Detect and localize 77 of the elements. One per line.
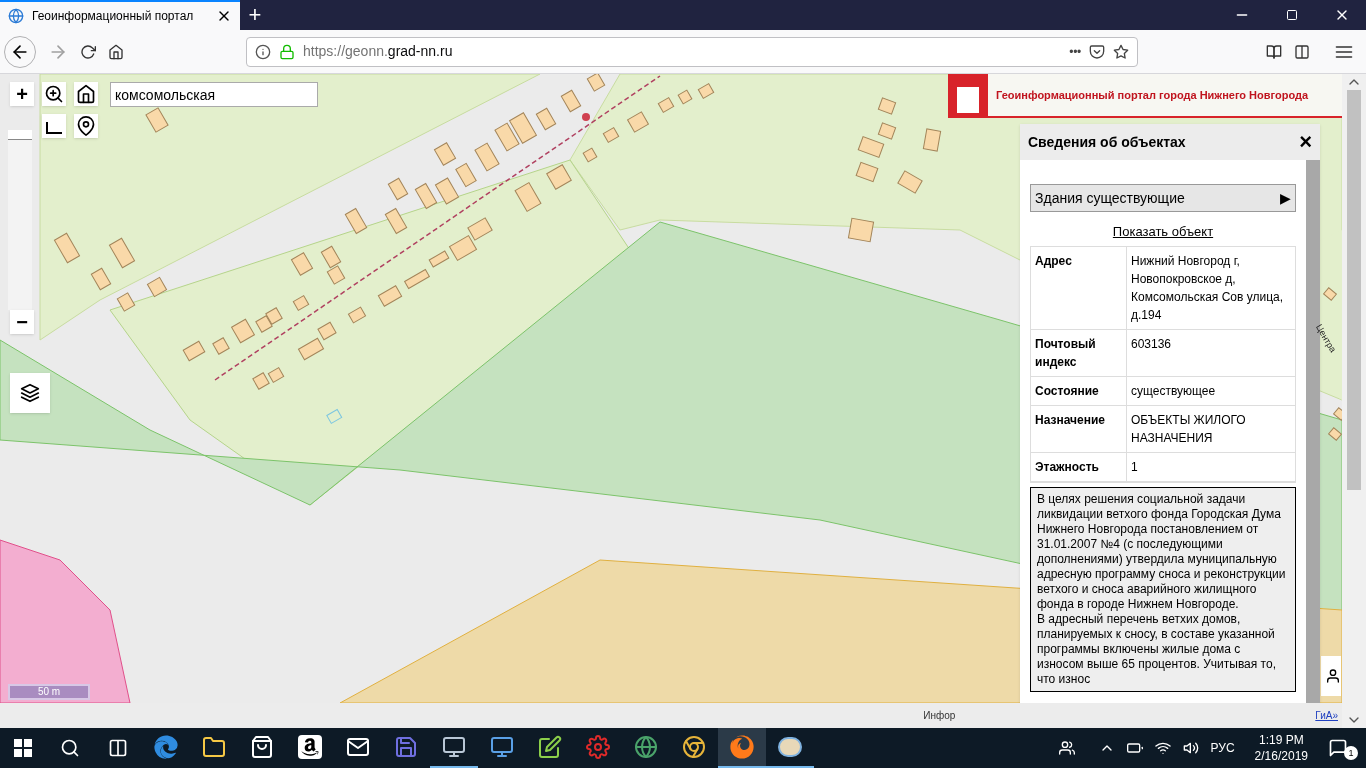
- layers-button[interactable]: [10, 373, 50, 413]
- home-icon[interactable]: [108, 43, 124, 60]
- ruler-button[interactable]: [42, 114, 66, 138]
- info-icon: [255, 43, 271, 60]
- url-text: https://geonn.grad-nn.ru: [303, 42, 453, 61]
- property-label: Почтовый индекс: [1031, 329, 1127, 376]
- home-button[interactable]: [74, 82, 98, 106]
- notepad-icon[interactable]: [538, 735, 562, 759]
- description-text: В адресный перечень ветхих домов, планируемых к сносу, в составе указанной программы включены жилые дома с износом выше 65 процентов. Учитывая то, что износ: [1037, 611, 1277, 687]
- tab-title: Геоинформационный портал: [32, 8, 194, 25]
- property-value: ОБЪЕКТЫ ЖИЛОГО НАЗНАЧЕНИЯ: [1130, 411, 1247, 447]
- property-value: существующее: [1130, 382, 1217, 400]
- close-button[interactable]: ×: [1299, 131, 1312, 153]
- battery-icon[interactable]: [1126, 740, 1143, 756]
- clock-date[interactable]: 2/16/2019: [1254, 748, 1308, 764]
- map-pin-icon: [76, 116, 96, 136]
- zoom-area-button[interactable]: [42, 82, 66, 106]
- map-tool-button[interactable]: [1321, 656, 1341, 696]
- sidebar-icon[interactable]: [1294, 43, 1310, 60]
- show-object-link[interactable]: Показать объект: [1112, 222, 1214, 242]
- attribution-link[interactable]: ГиА»: [1315, 708, 1338, 723]
- person-icon: [1325, 668, 1341, 684]
- search-field[interactable]: комсомольская: [110, 82, 318, 107]
- letter-a-icon[interactable]: [298, 735, 322, 759]
- location-button[interactable]: [74, 114, 98, 138]
- address-bar[interactable]: https://geonn.grad-nn.ru •••: [246, 36, 1138, 67]
- property-value: 603136: [1130, 335, 1173, 353]
- browser-e-icon[interactable]: [154, 735, 178, 759]
- gear-icon[interactable]: [586, 735, 610, 759]
- zoom-in-button[interactable]: +: [10, 82, 34, 106]
- reload-icon[interactable]: [80, 43, 96, 60]
- browser-tab[interactable]: Геоинформационный портал: [0, 0, 240, 30]
- page-scrollbar[interactable]: [1342, 74, 1366, 728]
- zoom-in-icon: [44, 84, 64, 104]
- pocket-icon[interactable]: [1089, 43, 1105, 60]
- attribution-text: Инфор: [923, 709, 956, 723]
- ruler-icon: [46, 122, 62, 134]
- people-icon[interactable]: [1058, 740, 1075, 756]
- task-view-icon[interactable]: [108, 738, 128, 758]
- speaker-icon[interactable]: [1182, 740, 1199, 756]
- browser-circle-icon[interactable]: [682, 735, 706, 759]
- globe-icon: [8, 8, 24, 24]
- monitor-icon[interactable]: [490, 735, 514, 759]
- description-text: В целях решения социальной задачи ликвидации ветхого фонда Городская Дума Нижнего Новгорода постановлением от 31.01.2007 №4 (с последующими дополнениями) утвердила муниципальную адресную программу сноса и реконструкции ветхого и сноса аварийного жилищного фонда в городе Нижнем Новгороде.: [1037, 491, 1287, 612]
- portal-title: Геоинформационный портал города Нижнего Новгорода: [996, 87, 1309, 103]
- library-icon[interactable]: [1266, 43, 1282, 60]
- layers-icon: [20, 383, 40, 403]
- property-label: Назначение: [1031, 405, 1127, 452]
- new-tab-button[interactable]: +: [240, 0, 270, 30]
- wifi-icon[interactable]: [1154, 740, 1171, 756]
- notification-icon[interactable]: [1328, 738, 1348, 758]
- zoom-slider[interactable]: [8, 130, 32, 310]
- folder-icon[interactable]: [202, 735, 226, 759]
- monitor-icon[interactable]: [442, 735, 466, 759]
- page-actions-button[interactable]: •••: [1069, 42, 1081, 61]
- restore-icon[interactable]: [1286, 9, 1298, 21]
- panel-title: Сведения об объектах: [1028, 132, 1187, 152]
- property-label: Адрес: [1031, 246, 1127, 329]
- envelope-icon[interactable]: [346, 735, 370, 759]
- notification-count: 1: [1344, 746, 1358, 760]
- language-indicator[interactable]: РУС: [1210, 739, 1235, 757]
- globe-icon[interactable]: [634, 735, 658, 759]
- property-value: Нижний Новгород г, Новопокровское д, Комсомольская Сов улица, д.194: [1130, 252, 1285, 324]
- browser-fox-icon[interactable]: [730, 735, 754, 759]
- lock-icon: [279, 43, 295, 60]
- layer-header-button[interactable]: Здания существующие ▶: [1030, 184, 1296, 212]
- zoom-slider-thumb[interactable]: [8, 130, 32, 140]
- clock-time[interactable]: 1:19 PM: [1258, 732, 1304, 748]
- search-icon[interactable]: [60, 738, 80, 758]
- property-label: Этажность: [1031, 452, 1127, 481]
- scale-bar: 50 m: [8, 684, 90, 700]
- zoom-out-button[interactable]: −: [10, 310, 34, 334]
- home-icon: [76, 84, 96, 104]
- star-icon[interactable]: [1113, 43, 1129, 60]
- shopping-bag-icon[interactable]: [250, 735, 274, 759]
- property-label: Состояние: [1031, 376, 1127, 405]
- property-value: 1: [1130, 458, 1139, 476]
